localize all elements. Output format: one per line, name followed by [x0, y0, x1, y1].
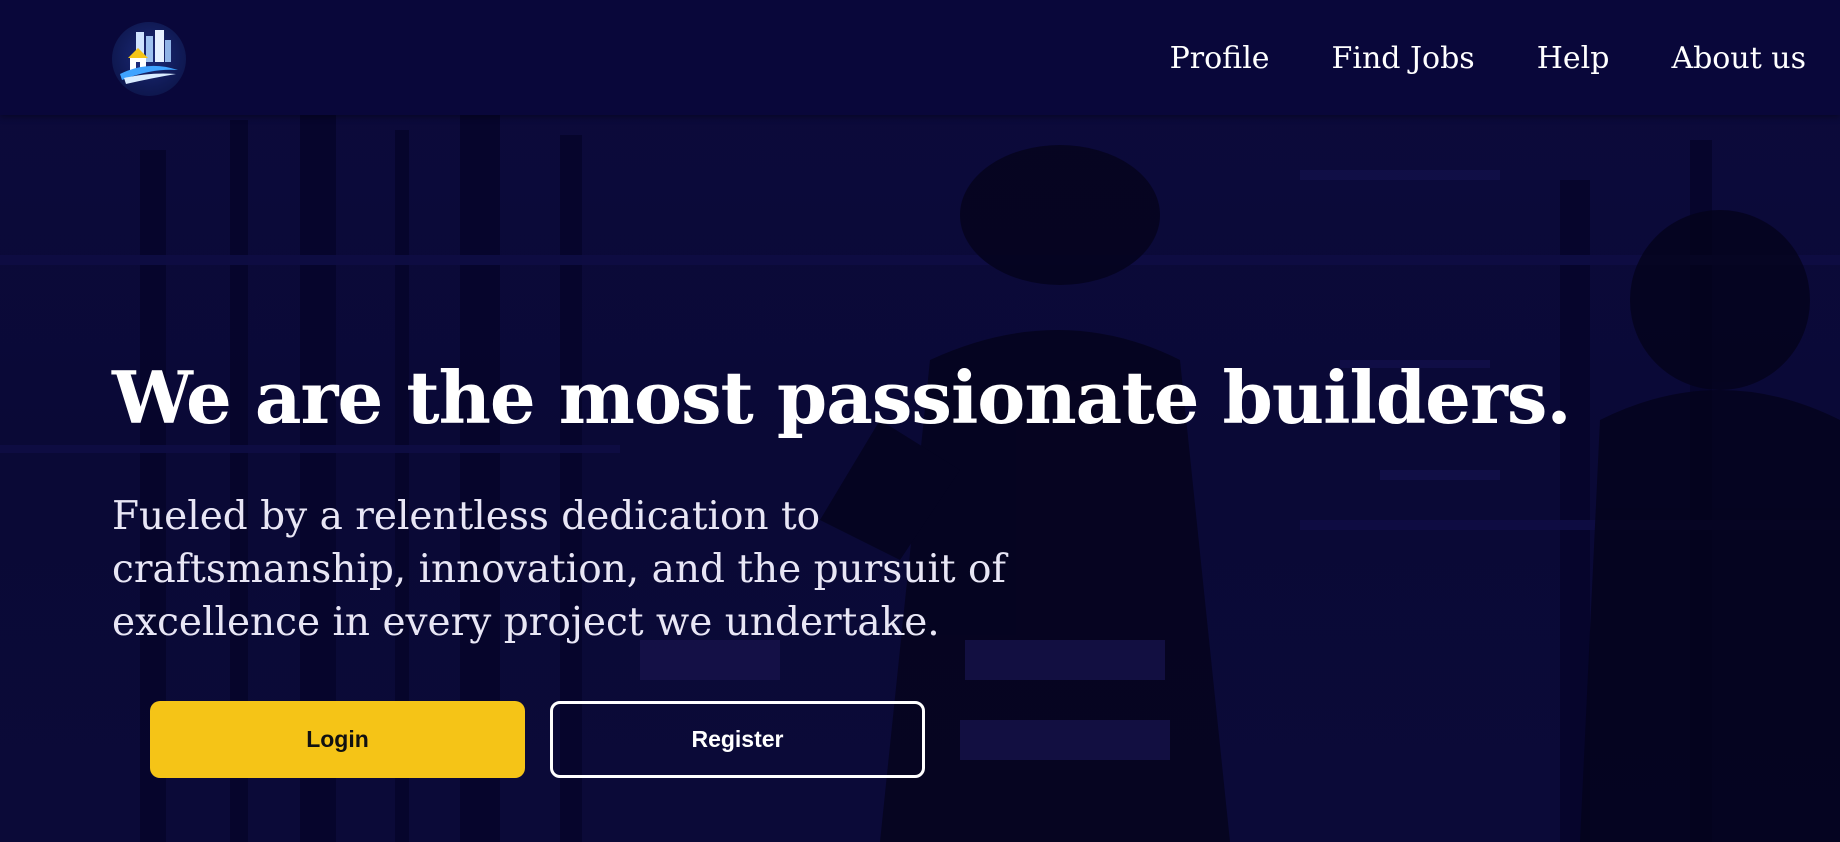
nav-link-profile[interactable]: Profile [1170, 38, 1270, 80]
construction-city-logo-icon[interactable] [112, 22, 186, 96]
hero-subtitle: Fueled by a relentless dedication to cra… [112, 494, 1006, 645]
nav-link-help[interactable]: Help [1537, 38, 1610, 80]
nav-link-find-jobs[interactable]: Find Jobs [1332, 38, 1475, 80]
top-navbar: Profile Find Jobs Help About us [0, 0, 1840, 115]
register-button[interactable]: Register [550, 701, 925, 778]
nav-links: Profile Find Jobs Help About us [1108, 38, 1806, 80]
login-button[interactable]: Login [150, 701, 525, 778]
landing-page: Profile Find Jobs Help About us We are t… [0, 0, 1840, 842]
nav-link-about-us[interactable]: About us [1671, 38, 1806, 80]
hero-title: We are the most passionate builders. [112, 355, 1572, 440]
